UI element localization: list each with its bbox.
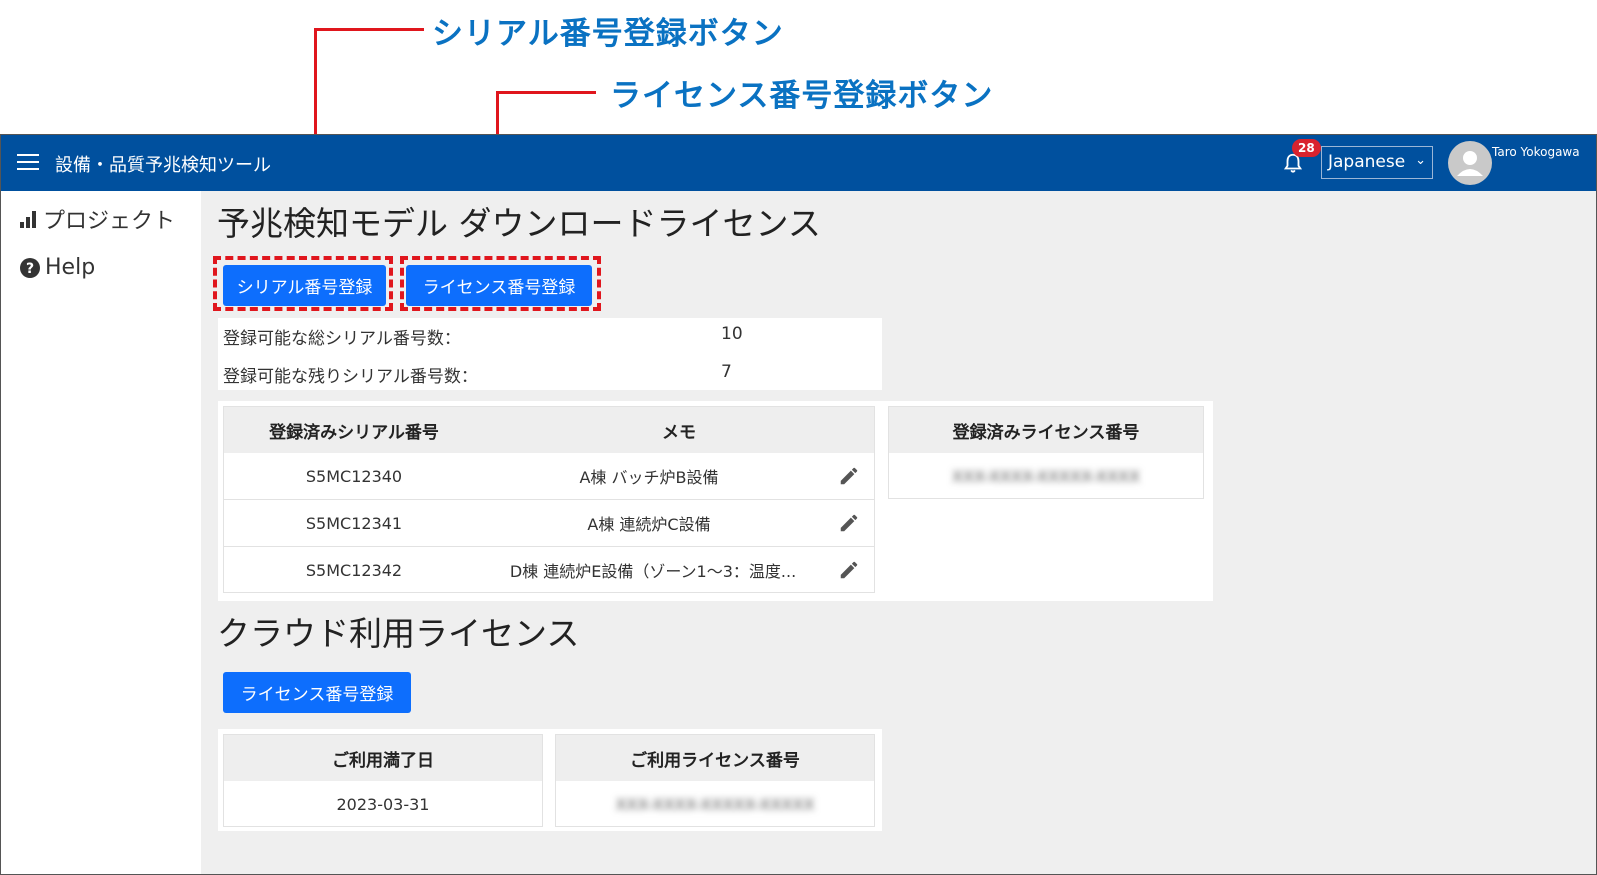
license-button-highlight	[400, 256, 601, 311]
cloud-license-register-button[interactable]: ライセンス番号登録	[223, 672, 411, 713]
license-table-header: 登録済みライセンス番号	[889, 407, 1203, 453]
memo-cell: A棟 連続炉C設備	[587, 515, 711, 534]
cloud-license-header: ご利用ライセンス番号	[556, 735, 874, 781]
edit-pencil-icon[interactable]	[838, 512, 860, 534]
license-callout-line-h	[496, 91, 596, 94]
total-serial-label: 登録可能な総シリアル番号数：	[223, 329, 461, 349]
sidebar: プロジェクト ? Help	[1, 191, 201, 874]
cloud-license-number-cell: XXX-XXXX-XXXXX-XXXXX	[615, 794, 815, 814]
user-name: Taro Yokogawa	[1492, 145, 1580, 159]
sidebar-item-label: プロジェクト	[43, 209, 176, 234]
serial-count-panel: 登録可能な総シリアル番号数： 10 登録可能な残りシリアル番号数： 7	[218, 318, 882, 390]
screenshot-canvas: シリアル番号登録ボタン ライセンス番号登録ボタン 設備・品質予兆検知ツール 28…	[0, 0, 1597, 875]
sidebar-item-project[interactable]: プロジェクト	[19, 203, 175, 235]
app-window: 設備・品質予兆検知ツール 28 Japanese ⌄ Taro Yokogawa	[0, 134, 1597, 875]
total-serial-value: 10	[721, 324, 743, 344]
question-circle-icon: ?	[19, 257, 41, 279]
cloud-license-title: クラウド利用ライセンス	[217, 614, 580, 653]
sidebar-item-help[interactable]: ? Help	[19, 255, 95, 280]
sidebar-item-label: Help	[45, 255, 96, 280]
language-select[interactable]: Japanese ⌄	[1321, 146, 1433, 179]
expiry-date-cell: 2023-03-31	[336, 794, 430, 814]
avatar[interactable]	[1448, 141, 1492, 185]
download-license-title: 予兆検知モデル ダウンロードライセンス	[217, 204, 821, 243]
serial-cell: S5MC12340	[305, 466, 403, 486]
bar-chart-icon	[19, 209, 39, 229]
user-avatar-icon	[1457, 151, 1483, 176]
language-select-value: Japanese	[1328, 152, 1406, 172]
serial-cell: S5MC12341	[305, 513, 403, 533]
chevron-down-icon: ⌄	[1415, 153, 1426, 168]
memo-cell: D棟 連続炉E設備（ゾーン1〜3：温度...	[509, 562, 797, 581]
remaining-serial-label: 登録可能な残りシリアル番号数：	[223, 367, 478, 387]
svg-text:?: ?	[26, 261, 34, 277]
top-navbar: 設備・品質予兆検知ツール 28 Japanese ⌄ Taro Yokogawa	[1, 135, 1596, 191]
remaining-serial-value: 7	[721, 362, 732, 382]
registered-panel: 登録済みシリアル番号 メモ S5MC12340 A棟 バッチ炉B設備 S5MC1…	[218, 401, 1213, 601]
memo-cell: A棟 バッチ炉B設備	[579, 468, 719, 487]
edit-pencil-icon[interactable]	[838, 465, 860, 487]
notification-badge: 28	[1292, 139, 1321, 157]
serial-button-callout-label: シリアル番号登録ボタン	[432, 16, 784, 52]
license-number-cell: XXX-XXXX-XXXXX-XXXX	[952, 466, 1140, 486]
expiry-header: ご利用満了日	[224, 735, 542, 781]
serial-button-highlight	[213, 256, 393, 311]
hamburger-menu-icon[interactable]	[17, 154, 39, 170]
serial-cell: S5MC12342	[305, 560, 403, 580]
serial-callout-line-h	[314, 28, 424, 31]
edit-pencil-icon[interactable]	[838, 559, 860, 581]
serial-table-header-memo: メモ	[484, 407, 874, 453]
license-button-callout-label: ライセンス番号登録ボタン	[610, 78, 994, 114]
cloud-license-panel: ご利用満了日 2023-03-31 ご利用ライセンス番号 XXX-XXXX-XX…	[218, 729, 882, 831]
app-title: 設備・品質予兆検知ツール	[55, 155, 271, 176]
serial-table-header-serial: 登録済みシリアル番号	[224, 407, 484, 453]
